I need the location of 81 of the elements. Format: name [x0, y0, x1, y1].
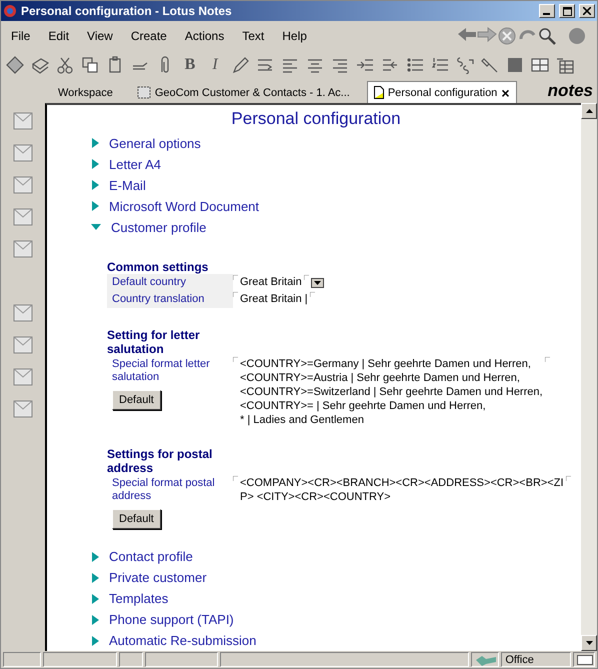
- field-start-mark: [233, 274, 238, 280]
- collapsed-triangle-icon[interactable]: [91, 180, 99, 190]
- menu-item[interactable]: Create: [130, 29, 167, 43]
- collapsed-triangle-icon[interactable]: [91, 594, 99, 604]
- maximize-button[interactable]: [559, 4, 575, 18]
- status-panel[interactable]: [118, 652, 143, 667]
- menu-item[interactable]: Text: [242, 29, 264, 43]
- field-start-mark: [233, 292, 238, 297]
- collapsed-triangle-icon[interactable]: [91, 552, 99, 562]
- italic-button[interactable]: I: [205, 55, 225, 75]
- section-link[interactable]: Private customer: [109, 570, 207, 586]
- group-heading: Common settings: [107, 260, 210, 274]
- menu-item[interactable]: Help: [282, 29, 307, 43]
- status-panel[interactable]: [144, 652, 218, 667]
- dropdown-button[interactable]: [310, 278, 324, 288]
- scissors-icon[interactable]: [55, 55, 75, 75]
- field-value[interactable]: <COMPANY><CR><BRANCH><CR><ADDRESS><CR><BR><ZI P> <CITY><CR><COUNTRY>: [240, 476, 564, 504]
- field-label: Default country: [112, 274, 186, 290]
- inbox-icon[interactable]: [577, 654, 594, 664]
- section-link[interactable]: E-Mail: [109, 178, 146, 193]
- field-end-mark: [566, 476, 571, 481]
- search-icon[interactable]: [537, 26, 557, 46]
- tab[interactable]: Personal configuration ×: [366, 81, 516, 103]
- tab[interactable]: Workspace: [51, 81, 120, 103]
- menu-item[interactable]: View: [87, 29, 113, 43]
- caret-icon: [586, 109, 592, 113]
- brand-logo: notes: [548, 81, 593, 101]
- field-label: Special format letter salutation: [112, 356, 211, 385]
- pen-icon[interactable]: [230, 55, 250, 75]
- group-heading: Setting for letter salutation: [107, 328, 201, 356]
- close-tab-icon[interactable]: ×: [501, 84, 510, 100]
- window-title: Personal configuration - Lotus Notes: [21, 4, 233, 18]
- close-button[interactable]: [579, 4, 595, 18]
- caret-icon: [314, 280, 321, 285]
- collapsed-triangle-icon[interactable]: [91, 614, 99, 625]
- section-link[interactable]: Letter A4: [109, 156, 162, 172]
- section-link[interactable]: Phone support (TAPI): [109, 612, 234, 628]
- section-link[interactable]: Microsoft Word Document: [109, 198, 260, 214]
- collapsed-triangle-icon[interactable]: [91, 636, 99, 646]
- app-logo-icon: [3, 4, 17, 18]
- caret-icon: [586, 641, 592, 645]
- section-link[interactable]: Customer profile: [111, 220, 206, 235]
- field-value[interactable]: <COUNTRY>=Germany | Sehr geehrte Damen und Herren, <COUNTRY>=Austria | Sehr geehrte Damen und Herren, <COUNTRY>=Switzerland | Sehr geehrte Damen und Herren, <COUNTRY>= | Sehr geehrte Damen und Herren, * | Ladies and Gentlemen: [240, 356, 543, 427]
- group-heading: Settings for postal address: [107, 446, 214, 475]
- status-panel[interactable]: [42, 652, 117, 667]
- minimize-button[interactable]: [539, 4, 555, 18]
- menu-item[interactable]: Edit: [48, 29, 70, 43]
- bold-button[interactable]: B: [180, 55, 200, 75]
- status-panel[interactable]: [3, 652, 41, 667]
- default-button[interactable]: Default: [112, 390, 161, 410]
- stop-icon[interactable]: [497, 26, 517, 46]
- field-end-mark: [544, 356, 550, 362]
- tab[interactable]: GeoCom Customer & Contacts - 1. Ac...: [130, 81, 357, 103]
- section-link[interactable]: Templates: [109, 591, 168, 606]
- field-label: Country translation: [112, 292, 204, 307]
- copy-icon[interactable]: [80, 55, 100, 75]
- status-panel[interactable]: [220, 652, 470, 667]
- collapsed-triangle-icon[interactable]: [91, 201, 99, 212]
- expanded-triangle-icon[interactable]: [91, 223, 101, 232]
- diamond-icon[interactable]: [5, 55, 25, 75]
- scroll-down-button[interactable]: [581, 635, 597, 651]
- menu-item[interactable]: File: [11, 29, 30, 43]
- field-label: Special format postal address: [112, 476, 216, 504]
- collapsed-triangle-icon[interactable]: [91, 572, 99, 583]
- section-link[interactable]: Contact profile: [109, 549, 193, 564]
- menu-item[interactable]: Actions: [184, 29, 224, 43]
- field-end-mark: [310, 292, 315, 297]
- page-title: Personal configuration: [231, 109, 401, 129]
- section-link[interactable]: Automatic Re-submission: [109, 633, 256, 648]
- collapsed-triangle-icon[interactable]: [91, 138, 99, 148]
- field-value[interactable]: Great Britain: [240, 274, 302, 289]
- field-end-mark: [304, 274, 309, 280]
- default-button[interactable]: Default: [112, 508, 161, 529]
- scroll-up-button[interactable]: [581, 103, 597, 119]
- collapsed-triangle-icon[interactable]: [91, 159, 99, 170]
- close-icon: [583, 7, 591, 15]
- field-value[interactable]: Great Britain |: [240, 292, 308, 306]
- field-start-mark: [233, 476, 238, 481]
- maximize-icon: [562, 6, 572, 16]
- field-start-mark: [233, 356, 238, 362]
- section-link[interactable]: General options: [109, 136, 201, 151]
